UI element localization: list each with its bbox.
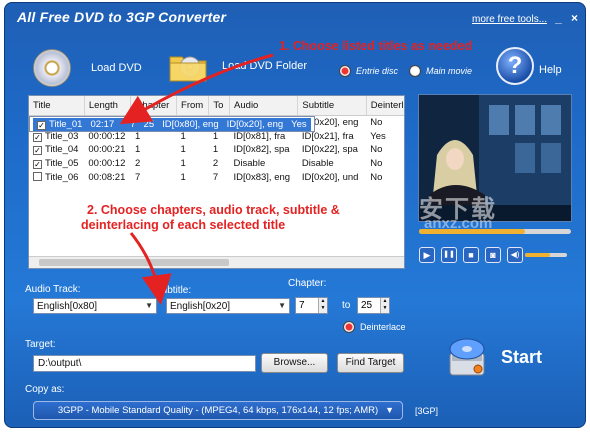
arrow-to-subtitle xyxy=(129,232,172,305)
arrow-to-title-list xyxy=(119,53,274,125)
annotation-step-2-line-1: 2. Choose chapters, audio track, subtitl… xyxy=(87,203,340,217)
annotation-step-2-line-2: deinterlacing of each selected title xyxy=(81,218,286,232)
annotation-step-1: 1. Choose listed titles as needed xyxy=(279,39,473,53)
app-window: All Free DVD to 3GP Converter more free … xyxy=(4,2,586,428)
